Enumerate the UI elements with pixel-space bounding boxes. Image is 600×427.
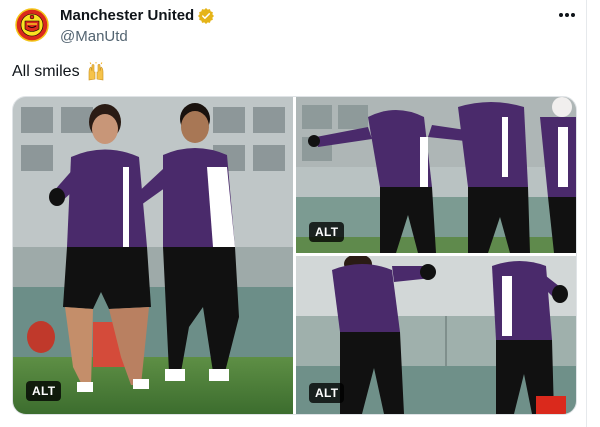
photo-two-players-smiling[interactable]: ALT	[13, 97, 293, 414]
tweet-text-content: All smiles	[12, 63, 80, 80]
verified-badge-icon	[198, 7, 215, 24]
author-name-row: Manchester United	[60, 7, 215, 24]
alt-badge[interactable]: ALT	[26, 381, 62, 401]
author-display-name[interactable]: Manchester United	[60, 7, 194, 24]
author-handle[interactable]: @ManUtd	[60, 28, 128, 45]
alt-badge[interactable]: ALT	[309, 383, 345, 403]
manchester-united-crest-icon	[15, 8, 49, 42]
more-horizontal-icon[interactable]	[556, 8, 578, 22]
raised-hands-icon	[86, 62, 106, 82]
photo-players-training[interactable]: ALT	[296, 97, 576, 253]
photo-players-celebrating[interactable]: ALT	[296, 256, 576, 414]
alt-badge[interactable]: ALT	[309, 222, 345, 242]
tweet-text: All smiles	[12, 62, 106, 82]
media-grid: ALT ALT ALT	[12, 96, 577, 415]
avatar[interactable]	[14, 7, 50, 43]
